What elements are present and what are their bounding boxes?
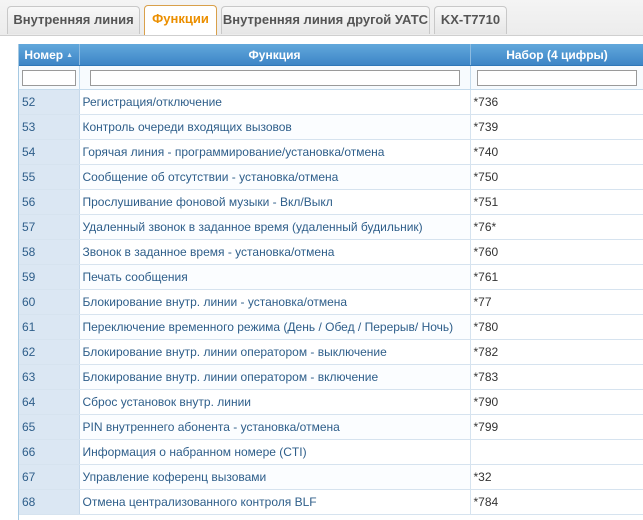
row-dial-cell: *739 — [470, 114, 643, 140]
row-number-cell: 59 — [19, 264, 80, 290]
filter-dial-input[interactable] — [477, 69, 637, 86]
table-row[interactable]: 60 Блокирование внутр. линии - установка/… — [19, 289, 643, 315]
row-number-cell: 60 — [19, 289, 80, 315]
row-function-cell: PIN внутреннего абонента - установка/отм… — [79, 414, 471, 440]
features-grid: Номер ▲ Функция Набор (4 цифры) 52 Регистр… — [18, 44, 643, 520]
row-function-cell: Удаленный звонок в заданное время (удале… — [79, 214, 471, 240]
filter-number-input[interactable] — [21, 69, 76, 86]
tab-features[interactable]: Функции — [144, 5, 217, 35]
row-dial-cell: *77 — [470, 289, 643, 315]
tab-bar: Внутренняя линия Функции Внутренняя лини… — [0, 0, 643, 36]
row-number-cell: 54 — [19, 139, 80, 165]
table-row[interactable]: 62 Блокирование внутр. линии оператором -… — [19, 339, 643, 365]
row-dial-cell: *784 — [470, 489, 643, 515]
filter-cell-function — [79, 65, 471, 90]
row-number-cell: 66 — [19, 439, 80, 465]
table-row[interactable]: 65 PIN внутреннего абонента - установка/о… — [19, 414, 643, 440]
row-dial-cell: *760 — [470, 239, 643, 265]
row-dial-cell: *799 — [470, 414, 643, 440]
table-row[interactable]: 61 Переключение временного режима (День /… — [19, 314, 643, 340]
row-number-cell: 63 — [19, 364, 80, 390]
tab-extension[interactable]: Внутренняя линия — [7, 6, 140, 34]
header-row: Номер ▲ Функция Набор (4 цифры) — [19, 44, 643, 66]
filter-row — [19, 65, 643, 90]
sort-asc-icon: ▲ — [66, 51, 74, 59]
row-function-cell: Информация о набранном номере (CTI) — [79, 439, 471, 465]
row-number-cell: 64 — [19, 389, 80, 415]
features-table: Номер ▲ Функция Набор (4 цифры) 52 Регистр… — [19, 44, 643, 515]
row-number-cell: 62 — [19, 339, 80, 365]
filter-cell-dial — [470, 65, 643, 90]
table-row[interactable]: 68 Отмена централизованного контроля BLF *… — [19, 489, 643, 515]
row-function-cell: Регистрация/отключение — [79, 89, 471, 115]
table-row[interactable]: 67 Управление коференц вызовами *32 — [19, 464, 643, 490]
row-dial-cell: *780 — [470, 314, 643, 340]
row-number-cell: 61 — [19, 314, 80, 340]
row-number-cell: 67 — [19, 464, 80, 490]
row-function-cell: Управление коференц вызовами — [79, 464, 471, 490]
row-dial-cell — [470, 439, 643, 465]
row-dial-cell: *751 — [470, 189, 643, 215]
table-row[interactable]: 52 Регистрация/отключение *736 — [19, 89, 643, 115]
row-function-cell: Прослушивание фоновой музыки - Вкл/Выкл — [79, 189, 471, 215]
row-function-cell: Отмена централизованного контроля BLF — [79, 489, 471, 515]
row-function-cell: Сброс установок внутр. линии — [79, 389, 471, 415]
row-number-cell: 55 — [19, 164, 80, 190]
table-row[interactable]: 54 Горячая линия - программирование/устан… — [19, 139, 643, 165]
table-row[interactable]: 59 Печать сообщения *761 — [19, 264, 643, 290]
row-dial-cell: *736 — [470, 89, 643, 115]
row-number-cell: 68 — [19, 489, 80, 515]
column-header-dial[interactable]: Набор (4 цифры) — [470, 44, 643, 66]
row-number-cell: 56 — [19, 189, 80, 215]
table-body: 52 Регистрация/отключение *736 53 Контроль о… — [19, 89, 643, 515]
filter-function-input[interactable] — [89, 69, 460, 86]
row-number-cell: 52 — [19, 89, 80, 115]
row-function-cell: Сообщение об отсутствии - установка/отме… — [79, 164, 471, 190]
page: Внутренняя линия Функции Внутренняя лини… — [0, 0, 643, 520]
table-row[interactable]: 58 Звонок в заданное время - установка/от… — [19, 239, 643, 265]
column-header-label: Номер — [24, 47, 64, 62]
filter-cell-number — [19, 65, 80, 90]
column-header-number[interactable]: Номер ▲ — [19, 44, 80, 66]
row-dial-cell: *782 — [470, 339, 643, 365]
row-number-cell: 65 — [19, 414, 80, 440]
table-row[interactable]: 53 Контроль очереди входящих вызовов *739 — [19, 114, 643, 140]
column-header-function[interactable]: Функция — [79, 44, 471, 66]
row-function-cell: Блокирование внутр. линии оператором - в… — [79, 339, 471, 365]
row-dial-cell: *750 — [470, 164, 643, 190]
table-row[interactable]: 57 Удаленный звонок в заданное время (уда… — [19, 214, 643, 240]
row-function-cell: Блокирование внутр. линии - установка/от… — [79, 289, 471, 315]
row-dial-cell: *790 — [470, 389, 643, 415]
row-function-cell: Звонок в заданное время - установка/отме… — [79, 239, 471, 265]
table-row[interactable]: 64 Сброс установок внутр. линии *790 — [19, 389, 643, 415]
table-row[interactable]: 55 Сообщение об отсутствии - установка/от… — [19, 164, 643, 190]
row-dial-cell: *740 — [470, 139, 643, 165]
row-dial-cell: *76* — [470, 214, 643, 240]
row-function-cell: Печать сообщения — [79, 264, 471, 290]
row-function-cell: Блокирование внутр. линии оператором - в… — [79, 364, 471, 390]
row-function-cell: Горячая линия - программирование/установ… — [79, 139, 471, 165]
row-function-cell: Контроль очереди входящих вызовов — [79, 114, 471, 140]
row-number-cell: 58 — [19, 239, 80, 265]
tab-kx-t7710[interactable]: KX-T7710 — [434, 6, 507, 34]
tab-other-pbx-extension[interactable]: Внутренняя линия другой УАТС — [221, 6, 430, 34]
row-dial-cell: *783 — [470, 364, 643, 390]
row-number-cell: 53 — [19, 114, 80, 140]
row-function-cell: Переключение временного режима (День / О… — [79, 314, 471, 340]
table-row[interactable]: 66 Информация о набранном номере (CTI) — [19, 439, 643, 465]
row-dial-cell: *32 — [470, 464, 643, 490]
row-number-cell: 57 — [19, 214, 80, 240]
row-dial-cell: *761 — [470, 264, 643, 290]
table-row[interactable]: 56 Прослушивание фоновой музыки - Вкл/Вык… — [19, 189, 643, 215]
table-row[interactable]: 63 Блокирование внутр. линии оператором -… — [19, 364, 643, 390]
